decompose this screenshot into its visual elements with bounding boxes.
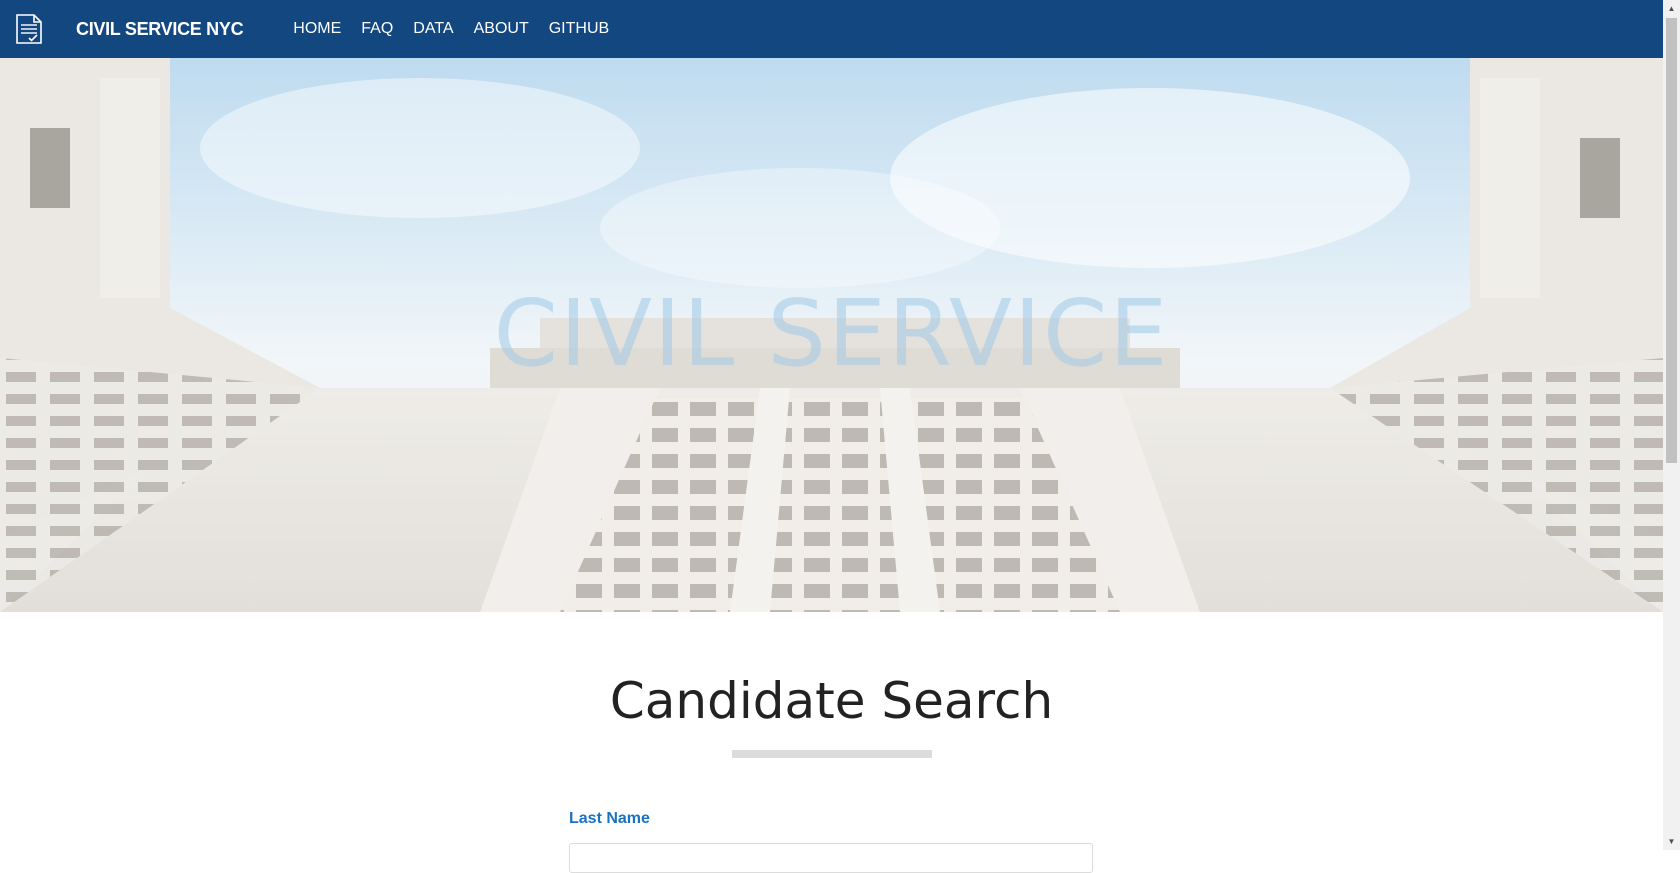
scroll-up-arrow-icon[interactable]: ▲ bbox=[1663, 0, 1680, 17]
last-name-input[interactable] bbox=[569, 843, 1093, 873]
scroll-thumb[interactable] bbox=[1666, 18, 1677, 463]
scroll-down-arrow-icon[interactable]: ▼ bbox=[1663, 833, 1680, 850]
document-check-icon[interactable] bbox=[14, 13, 44, 45]
nav-data-link[interactable]: DATA bbox=[403, 20, 463, 38]
last-name-label: Last Name bbox=[569, 810, 650, 827]
main-nav: HOME FAQ DATA ABOUT GITHUB bbox=[283, 20, 619, 38]
page-title: Candidate Search bbox=[609, 672, 1054, 730]
nav-github-link[interactable]: GITHUB bbox=[539, 20, 619, 38]
nav-about-link[interactable]: ABOUT bbox=[464, 20, 539, 38]
hero-banner: CIVIL SERVICE bbox=[0, 58, 1663, 612]
main-content: Candidate Search Last Name bbox=[0, 612, 1663, 873]
nav-faq-link[interactable]: FAQ bbox=[351, 20, 403, 38]
vertical-scrollbar[interactable]: ▲ ▼ bbox=[1663, 0, 1680, 850]
title-divider bbox=[732, 750, 932, 758]
nav-home-link[interactable]: HOME bbox=[283, 20, 351, 38]
hero-title: CIVIL SERVICE bbox=[493, 280, 1170, 387]
top-navbar: CIVIL SERVICE NYC HOME FAQ DATA ABOUT GI… bbox=[0, 0, 1663, 58]
brand-title[interactable]: CIVIL SERVICE NYC bbox=[76, 19, 244, 40]
